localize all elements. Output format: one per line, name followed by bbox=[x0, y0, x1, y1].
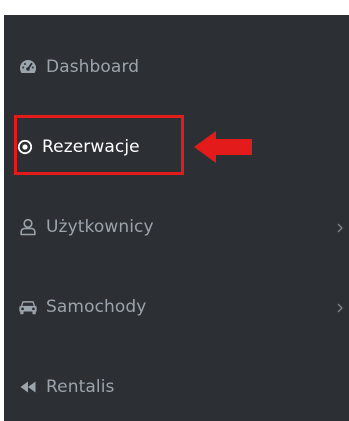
sidebar-item-rezerwacje[interactable]: Rezerwacje bbox=[4, 117, 349, 177]
sidebar-item-uzytkownicy[interactable]: Użytkownicy bbox=[4, 197, 349, 257]
user-icon bbox=[18, 217, 38, 237]
sidebar-item-label: Rezerwacje bbox=[42, 137, 140, 157]
sidebar-item-label: Dashboard bbox=[46, 57, 140, 77]
car-icon bbox=[18, 297, 38, 317]
dot-circle-icon bbox=[15, 137, 35, 157]
sidebar-item-label: Rentalis bbox=[46, 377, 115, 397]
chevron-right-icon bbox=[335, 220, 345, 234]
sidebar-item-samochody[interactable]: Samochody bbox=[4, 277, 349, 337]
backward-icon bbox=[18, 377, 38, 397]
sidebar-item-label: Samochody bbox=[46, 297, 147, 317]
sidebar-item-rentalis[interactable]: Rentalis bbox=[4, 357, 349, 417]
sidebar-item-label: Użytkownicy bbox=[46, 217, 154, 237]
tachometer-icon bbox=[18, 57, 38, 77]
chevron-right-icon bbox=[335, 300, 345, 314]
sidebar: Dashboard Rezerwacje Użytkownicy Samocho… bbox=[4, 15, 349, 421]
annotation-arrow-icon bbox=[194, 131, 252, 163]
sidebar-item-dashboard[interactable]: Dashboard bbox=[4, 37, 349, 97]
